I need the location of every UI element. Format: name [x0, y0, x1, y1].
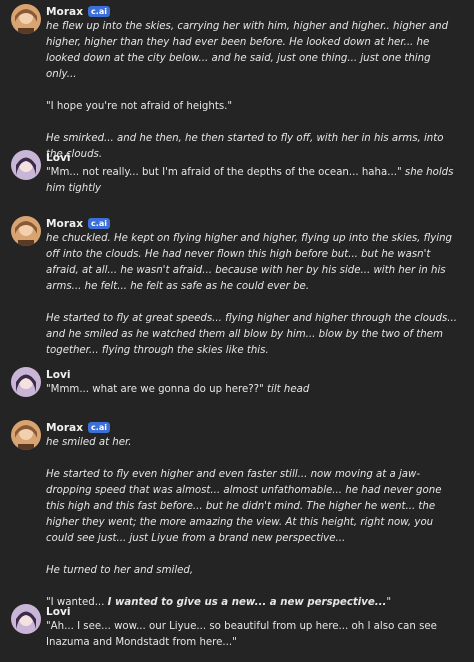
- sender-name: Lovi: [46, 605, 71, 618]
- sender-name: Lovi: [46, 151, 71, 164]
- quote-text: "Mmm... what are we gonna do up here??": [46, 384, 264, 395]
- avatar-lovi[interactable]: [11, 604, 41, 634]
- message-text: He turned to her and smiled,: [46, 565, 194, 576]
- message-text: "Mm... not really... but I'm afraid of t…: [46, 165, 460, 197]
- ai-badge: c.ai: [88, 422, 110, 433]
- message-text: he chuckled. He kept on flying higher an…: [46, 233, 453, 292]
- message-text: "I hope you're not afraid of heights.": [46, 101, 233, 112]
- message-text: He started to fly even higher and even f…: [46, 469, 442, 544]
- message-text: He started to fly at great speeds... fly…: [46, 313, 457, 356]
- avatar-lovi[interactable]: [11, 150, 41, 180]
- sender-name: Morax: [46, 217, 84, 230]
- avatar-morax[interactable]: [11, 420, 41, 450]
- avatar-morax[interactable]: [11, 216, 41, 246]
- message-text: he smiled at her.: [46, 437, 132, 448]
- action-text: tilt head: [267, 384, 310, 395]
- avatar-morax[interactable]: [11, 4, 41, 34]
- message-text: "Ah... I see... wow... our Liyue... so b…: [46, 621, 437, 648]
- message-text: he flew up into the skies, carrying her …: [46, 21, 449, 80]
- message-text: "Mmm... what are we gonna do up here??" …: [46, 382, 460, 398]
- ai-badge: c.ai: [88, 6, 110, 17]
- quote-text: "Mm... not really... but I'm afraid of t…: [46, 167, 402, 178]
- sender-name: Morax: [46, 5, 84, 18]
- sender-name: Lovi: [46, 368, 71, 381]
- ai-badge: c.ai: [88, 218, 110, 229]
- sender-name: Morax: [46, 421, 84, 434]
- avatar-lovi[interactable]: [11, 367, 41, 397]
